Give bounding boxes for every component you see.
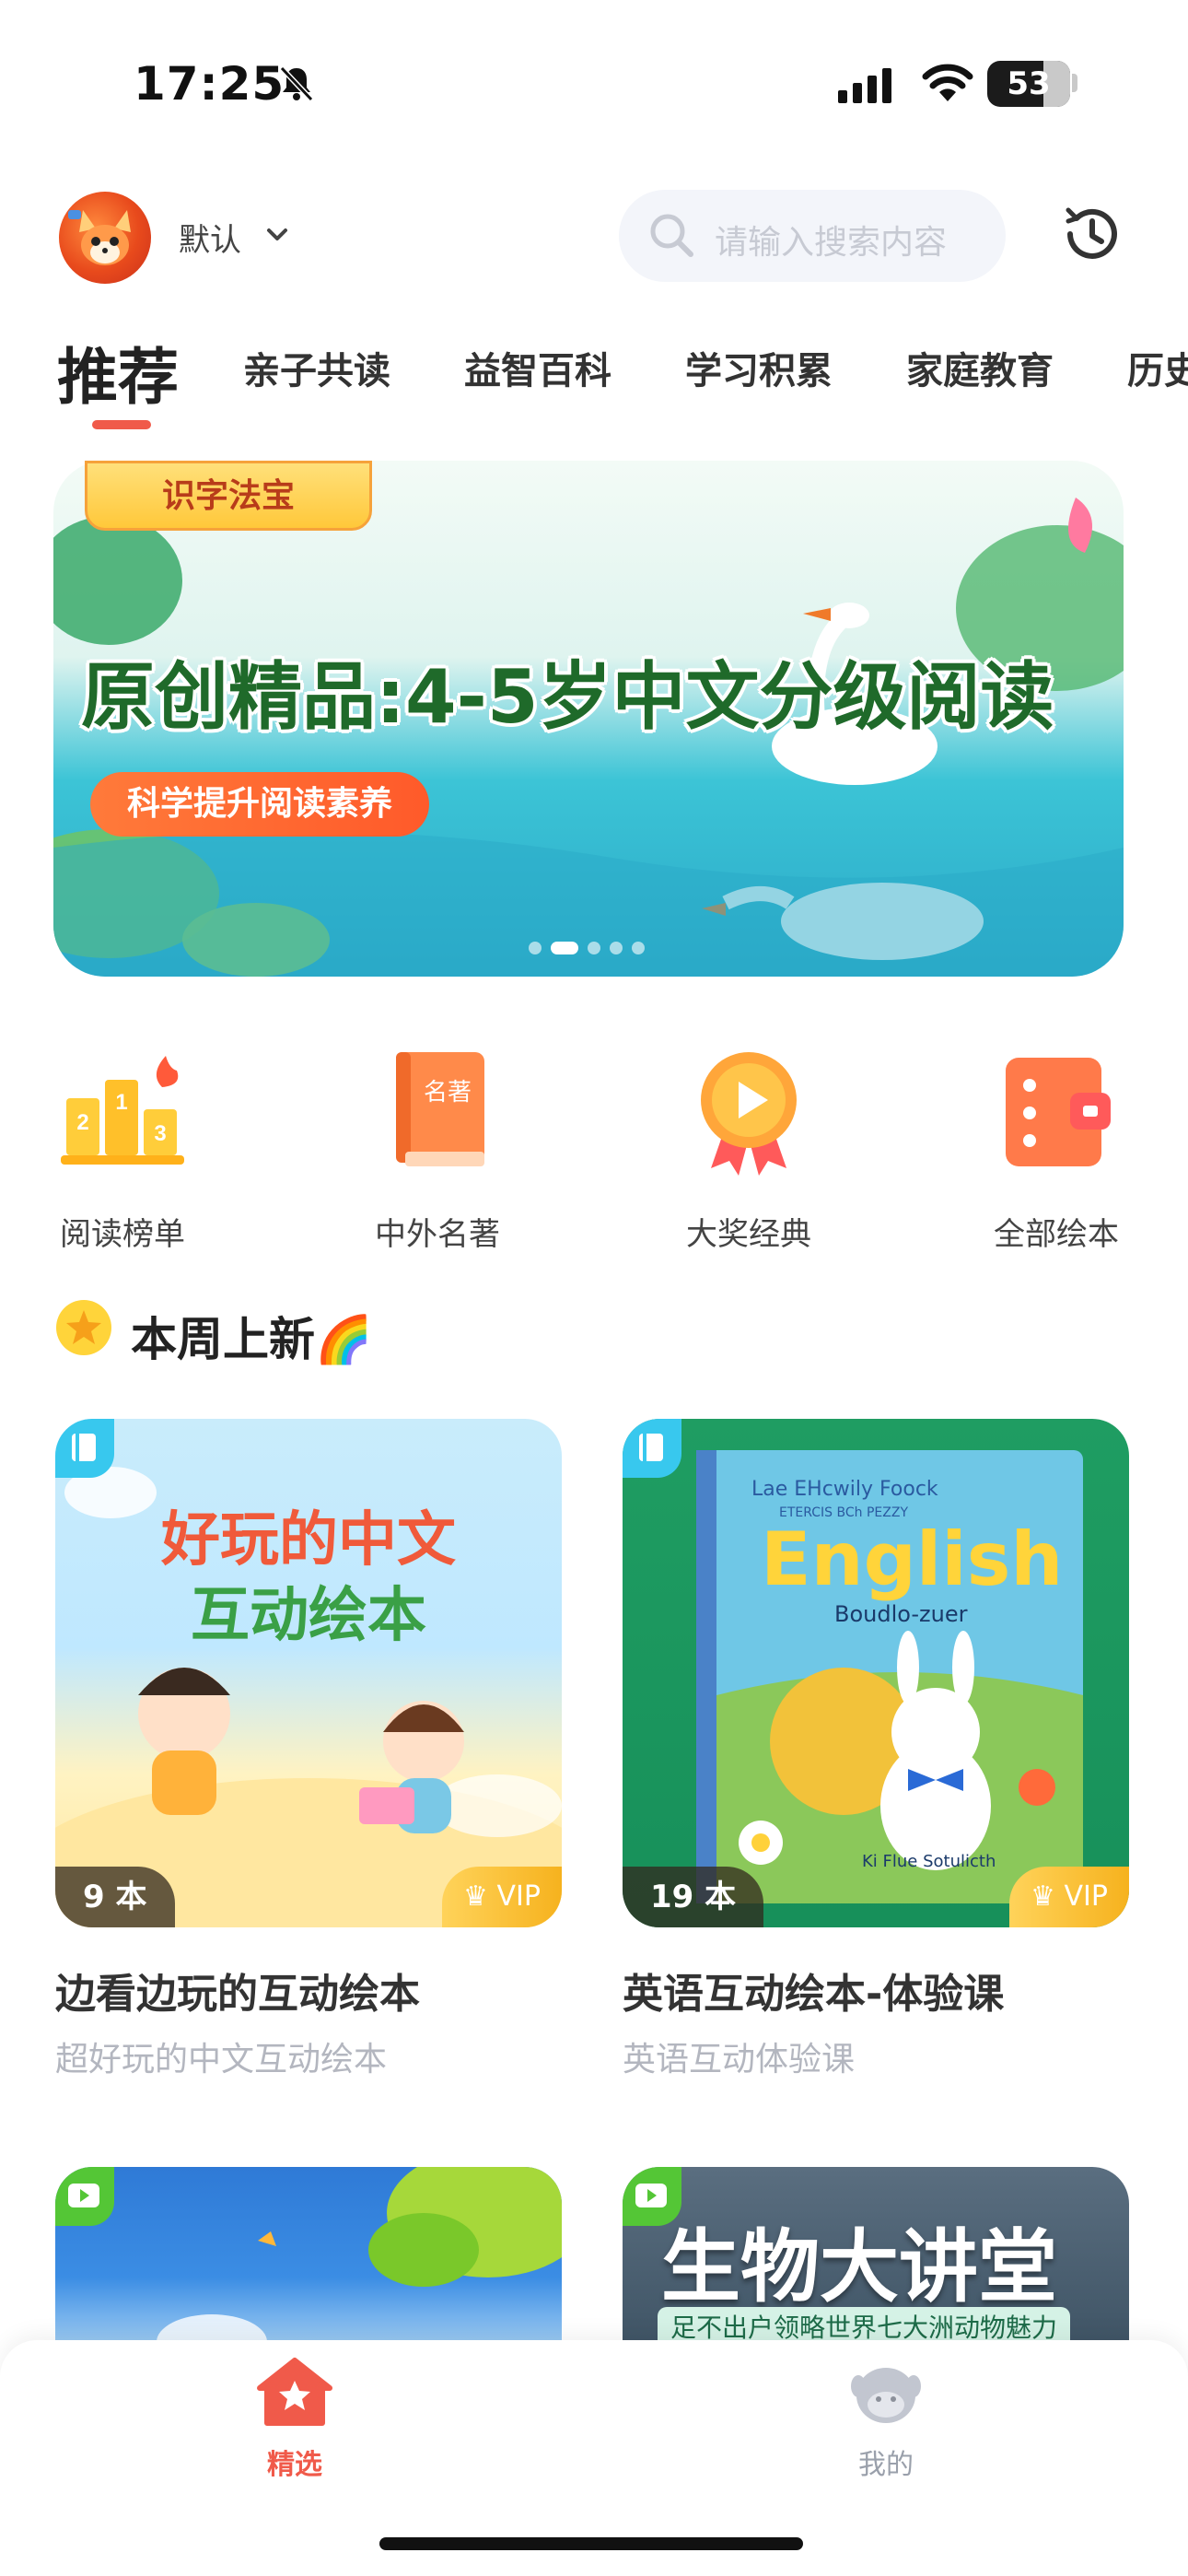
nav-label-featured[interactable]: 精选 bbox=[258, 2441, 332, 2482]
search-icon bbox=[650, 214, 693, 257]
chevron-down-icon[interactable] bbox=[263, 221, 291, 249]
category-label-classics[interactable]: 中外名著 bbox=[327, 1209, 548, 1254]
tab-parent-child-reading[interactable]: 亲子共读 bbox=[243, 341, 390, 394]
tab-history[interactable]: 历史 bbox=[1127, 341, 1188, 394]
svg-text:3: 3 bbox=[154, 1121, 166, 1146]
book-icon[interactable]: 名著 bbox=[368, 1043, 507, 1181]
video-card-cover[interactable] bbox=[55, 2167, 562, 2351]
card-cover-line2: 互动绘本 bbox=[191, 1582, 426, 1650]
book-type-tag bbox=[55, 1419, 114, 1478]
banner-title: 原创精品:4-5岁中文分级阅读 bbox=[81, 654, 1054, 740]
award-play-icon[interactable] bbox=[680, 1043, 818, 1181]
book-card-cover-english[interactable]: Lae EHcwily Foock ETERCIS BCh PEZZY Engl… bbox=[623, 1419, 1129, 1927]
book-type-tag bbox=[623, 1419, 681, 1478]
card-subtitle: 英语互动体验课 bbox=[623, 2041, 856, 2078]
vip-label: VIP bbox=[496, 1880, 541, 1913]
video-tag-icon bbox=[635, 2184, 667, 2207]
bell-off-icon bbox=[279, 65, 314, 102]
section-title: 本周上新🌈 bbox=[131, 1313, 373, 1366]
svg-text:1: 1 bbox=[115, 1090, 127, 1115]
cover-english-word: English bbox=[761, 1516, 1064, 1602]
banner-dot[interactable] bbox=[632, 942, 645, 954]
tab-active-indicator bbox=[92, 420, 151, 429]
banner-pagination bbox=[529, 942, 654, 954]
book-tag-icon bbox=[639, 1434, 663, 1461]
book-count-badge: 9 本 bbox=[55, 1867, 175, 1927]
cellular-signal-icon bbox=[838, 68, 891, 103]
tab-family-education[interactable]: 家庭教育 bbox=[906, 341, 1054, 394]
book-icon-text: 名著 bbox=[424, 1079, 472, 1107]
banner-dot[interactable] bbox=[529, 942, 542, 954]
cover-top-text: Lae EHcwily Foock bbox=[751, 1478, 938, 1501]
video-type-tag bbox=[623, 2167, 681, 2226]
category-label-all-books[interactable]: 全部绘本 bbox=[946, 1209, 1167, 1254]
tab-recommend[interactable]: 推荐 bbox=[57, 328, 179, 416]
card-subtitle: 超好玩的中文互动绘本 bbox=[55, 2041, 388, 2078]
home-icon[interactable] bbox=[256, 2357, 333, 2427]
banner-dot-active[interactable] bbox=[551, 942, 578, 954]
history-icon[interactable] bbox=[1059, 201, 1125, 267]
avatar[interactable] bbox=[59, 192, 151, 284]
tab-encyclopedia[interactable]: 益智百科 bbox=[464, 341, 611, 394]
wifi-icon bbox=[922, 64, 973, 101]
banner-badge-text: 识字法宝 bbox=[161, 477, 295, 515]
home-indicator[interactable] bbox=[379, 2537, 803, 2550]
nav-label-mine[interactable]: 我的 bbox=[849, 2441, 923, 2482]
banner-dot[interactable] bbox=[588, 942, 600, 954]
book-card-cover-interactive[interactable]: 好玩的中文 互动绘本 bbox=[55, 1419, 562, 1927]
cover-subtitle: Boudlo-zuer bbox=[834, 1601, 968, 1627]
svg-text:2: 2 bbox=[76, 1110, 88, 1135]
card-cover-line1: 好玩的中文 bbox=[161, 1506, 456, 1575]
category-label-award-classics[interactable]: 大奖经典 bbox=[638, 1209, 859, 1254]
video-type-tag bbox=[55, 2167, 114, 2226]
book-count-badge: 19 本 bbox=[623, 1867, 764, 1927]
banner-subtitle: 科学提升阅读素养 bbox=[90, 772, 430, 837]
vip-badge: ♛ VIP bbox=[442, 1867, 562, 1927]
fox-avatar-icon bbox=[68, 210, 131, 265]
cover-bottom-text: Ki Flue Sotulicth bbox=[862, 1852, 996, 1871]
vip-label: VIP bbox=[1064, 1880, 1108, 1913]
podium-icon[interactable]: 2 1 3 bbox=[53, 1043, 192, 1181]
card-title[interactable]: 英语互动绘本-体验课 bbox=[623, 1961, 1004, 2020]
video-tag-icon bbox=[68, 2184, 99, 2207]
category-label-ranking[interactable]: 阅读榜单 bbox=[12, 1209, 233, 1254]
profile-name[interactable]: 默认 bbox=[179, 215, 241, 260]
vip-badge: ♛ VIP bbox=[1009, 1867, 1129, 1927]
card-illustration bbox=[157, 2167, 562, 2351]
search-placeholder: 请输入搜索内容 bbox=[715, 224, 948, 262]
battery-level: 53 bbox=[1007, 65, 1051, 102]
tab-learning[interactable]: 学习积累 bbox=[685, 341, 833, 394]
banner-dot[interactable] bbox=[610, 942, 623, 954]
book-tag-icon bbox=[72, 1434, 96, 1461]
battery-cap bbox=[1072, 74, 1077, 92]
card-title[interactable]: 边看边玩的互动绘本 bbox=[55, 1961, 420, 2020]
star-icon bbox=[56, 1300, 111, 1355]
wallet-list-icon[interactable] bbox=[987, 1043, 1125, 1181]
battery-indicator: 53 bbox=[987, 61, 1070, 107]
status-time: 17:25 bbox=[134, 57, 285, 111]
card-cover-title: 生物大讲堂 bbox=[661, 2221, 1057, 2313]
profile-icon[interactable] bbox=[847, 2359, 925, 2429]
